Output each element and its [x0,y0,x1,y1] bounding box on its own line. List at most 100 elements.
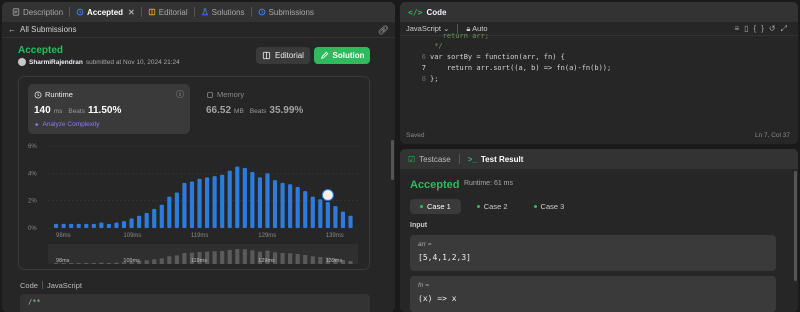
runtime-value: 140 [34,105,51,116]
left-scrollbar[interactable] [391,140,394,180]
runtime-card[interactable]: Runtime ⓘ 140 ms Beats 11.50% ✦ Analyze … [28,84,190,134]
overview-bar [106,263,112,264]
tab-case-3[interactable]: Case 3 [524,199,575,214]
x-tick-label: 109ms [123,233,141,239]
editorial-button-label: Editorial [275,51,304,60]
solution-button[interactable]: Solution [314,47,370,64]
chart-bar [227,170,232,228]
tab-case-2[interactable]: Case 2 [467,199,518,214]
var-value: [5,4,1,2,3] [418,253,471,262]
chart-bar [106,223,112,228]
scrollbar[interactable] [794,171,797,281]
description-icon [12,8,20,16]
chart-bar [144,212,149,228]
code-editor[interactable]: return arr; */ 6 var sortBy = function(a… [400,32,798,128]
tab-testcase[interactable]: ☑ Testcase [408,155,451,164]
book-icon [262,51,271,60]
tab-accepted[interactable]: Accepted ✕ [70,2,141,22]
pass-dot [420,205,423,208]
memory-card[interactable]: Memory 66.52 MB Beats 35.99% [200,84,360,134]
case-label: Case 2 [483,202,508,211]
chip-icon [207,91,213,98]
analyze-complexity-link[interactable]: ✦ Analyze Complexity [34,121,100,129]
chart-bar [303,191,308,228]
y-tick-label: 4% [28,171,37,177]
submitted-code[interactable]: /** [20,294,370,312]
link-icon[interactable]: 🔗︎ [378,25,389,36]
code-line: */ [430,42,443,50]
tab-solutions[interactable]: Solutions [195,2,251,22]
all-submissions-link[interactable]: All Submissions [20,25,76,34]
editorial-button[interactable]: Editorial [256,47,310,64]
username[interactable]: SharmiRajendran [29,59,83,66]
bookmark-icon[interactable]: ▯ [744,24,753,33]
runtime-title: Runtime [34,90,73,99]
test-result-panel: ☑ Testcase >_ Test Result Accepted Runti… [400,149,798,312]
chart-bar [91,223,96,228]
overview-bar [250,250,255,264]
close-icon[interactable]: ✕ [128,8,135,17]
overview-bar [310,256,315,264]
chart-bar [348,215,353,228]
back-arrow-icon[interactable]: ← [8,25,16,34]
runtime-distribution-chart[interactable]: 6% 4% 2% 0% 98ms 109ms 119ms 129ms 139ms 98ms 109m… [26,140,366,270]
code-panel-title: Code [426,7,447,17]
tab-description[interactable]: Description [6,2,69,22]
edit-icon [320,51,328,59]
tab-editorial[interactable]: Editorial [142,2,194,22]
chart-bar [197,178,202,228]
overview-bar [280,253,285,264]
book-icon [148,8,155,16]
chart-bar [272,180,278,228]
chart-bar [61,223,66,228]
input-var-fn[interactable]: fn = (x) => x [410,276,776,312]
memory-title: Memory [206,90,244,99]
tab-case-1[interactable]: Case 1 [410,199,461,214]
overview-bar [99,262,104,264]
reset-icon[interactable]: ↺ [769,24,781,33]
code-panel-header: </> Code [400,2,798,22]
overview-bar [152,259,157,264]
submission-subbar: ← All Submissions 🔗︎ [2,22,395,38]
chart-bar [174,192,179,228]
line-number: 7 [421,64,426,72]
info-icon[interactable]: ⓘ [176,89,184,100]
line-number: 8 [421,75,426,83]
chart-bar [242,167,247,228]
left-tabbar: Description Accepted ✕ Editorial Solutio… [2,2,395,22]
case-label: Case 1 [427,202,451,211]
input-var-arr[interactable]: arr = [5,4,1,2,3] [410,235,776,271]
input-label: Input [410,222,428,229]
clock-icon [34,91,42,98]
chart-bar [121,221,127,228]
overview-bar [84,263,89,264]
tab-submissions-label: Submissions [268,7,314,17]
chart-bar [257,177,263,228]
code-snippet-text: /** [28,298,41,306]
memory-beats-value: 35.99% [269,105,304,116]
avatar[interactable] [18,58,26,66]
x-tick-label: 98ms [56,233,71,239]
overview-bar [318,257,323,264]
chart-bar [167,196,172,228]
note-icon[interactable]: ≡ [734,24,744,33]
overview-bar [76,263,81,264]
overview-bar [227,250,232,264]
overview-tick-label: 139ms [326,258,343,264]
chart-bar [182,182,187,228]
chart-bar [99,222,104,228]
y-tick-label: 2% [28,199,37,205]
sparkle-icon: ✦ [34,122,40,129]
braces-icon[interactable]: {} [754,24,769,33]
tab-submissions[interactable]: Submissions [252,2,320,22]
overview-bar [69,263,74,264]
expand-icon[interactable]: ⤢ [781,24,792,33]
x-tick-label: 139ms [326,233,344,239]
test-runtime: Runtime: 61 ms [464,180,514,187]
tab-test-result[interactable]: >_ Test Result [468,155,524,164]
tab-description-label: Description [23,7,64,17]
tab-solutions-label: Solutions [211,7,245,17]
submission-status: Accepted [18,45,64,56]
y-tick-label: 6% [28,144,37,150]
chart-bar [84,223,89,228]
